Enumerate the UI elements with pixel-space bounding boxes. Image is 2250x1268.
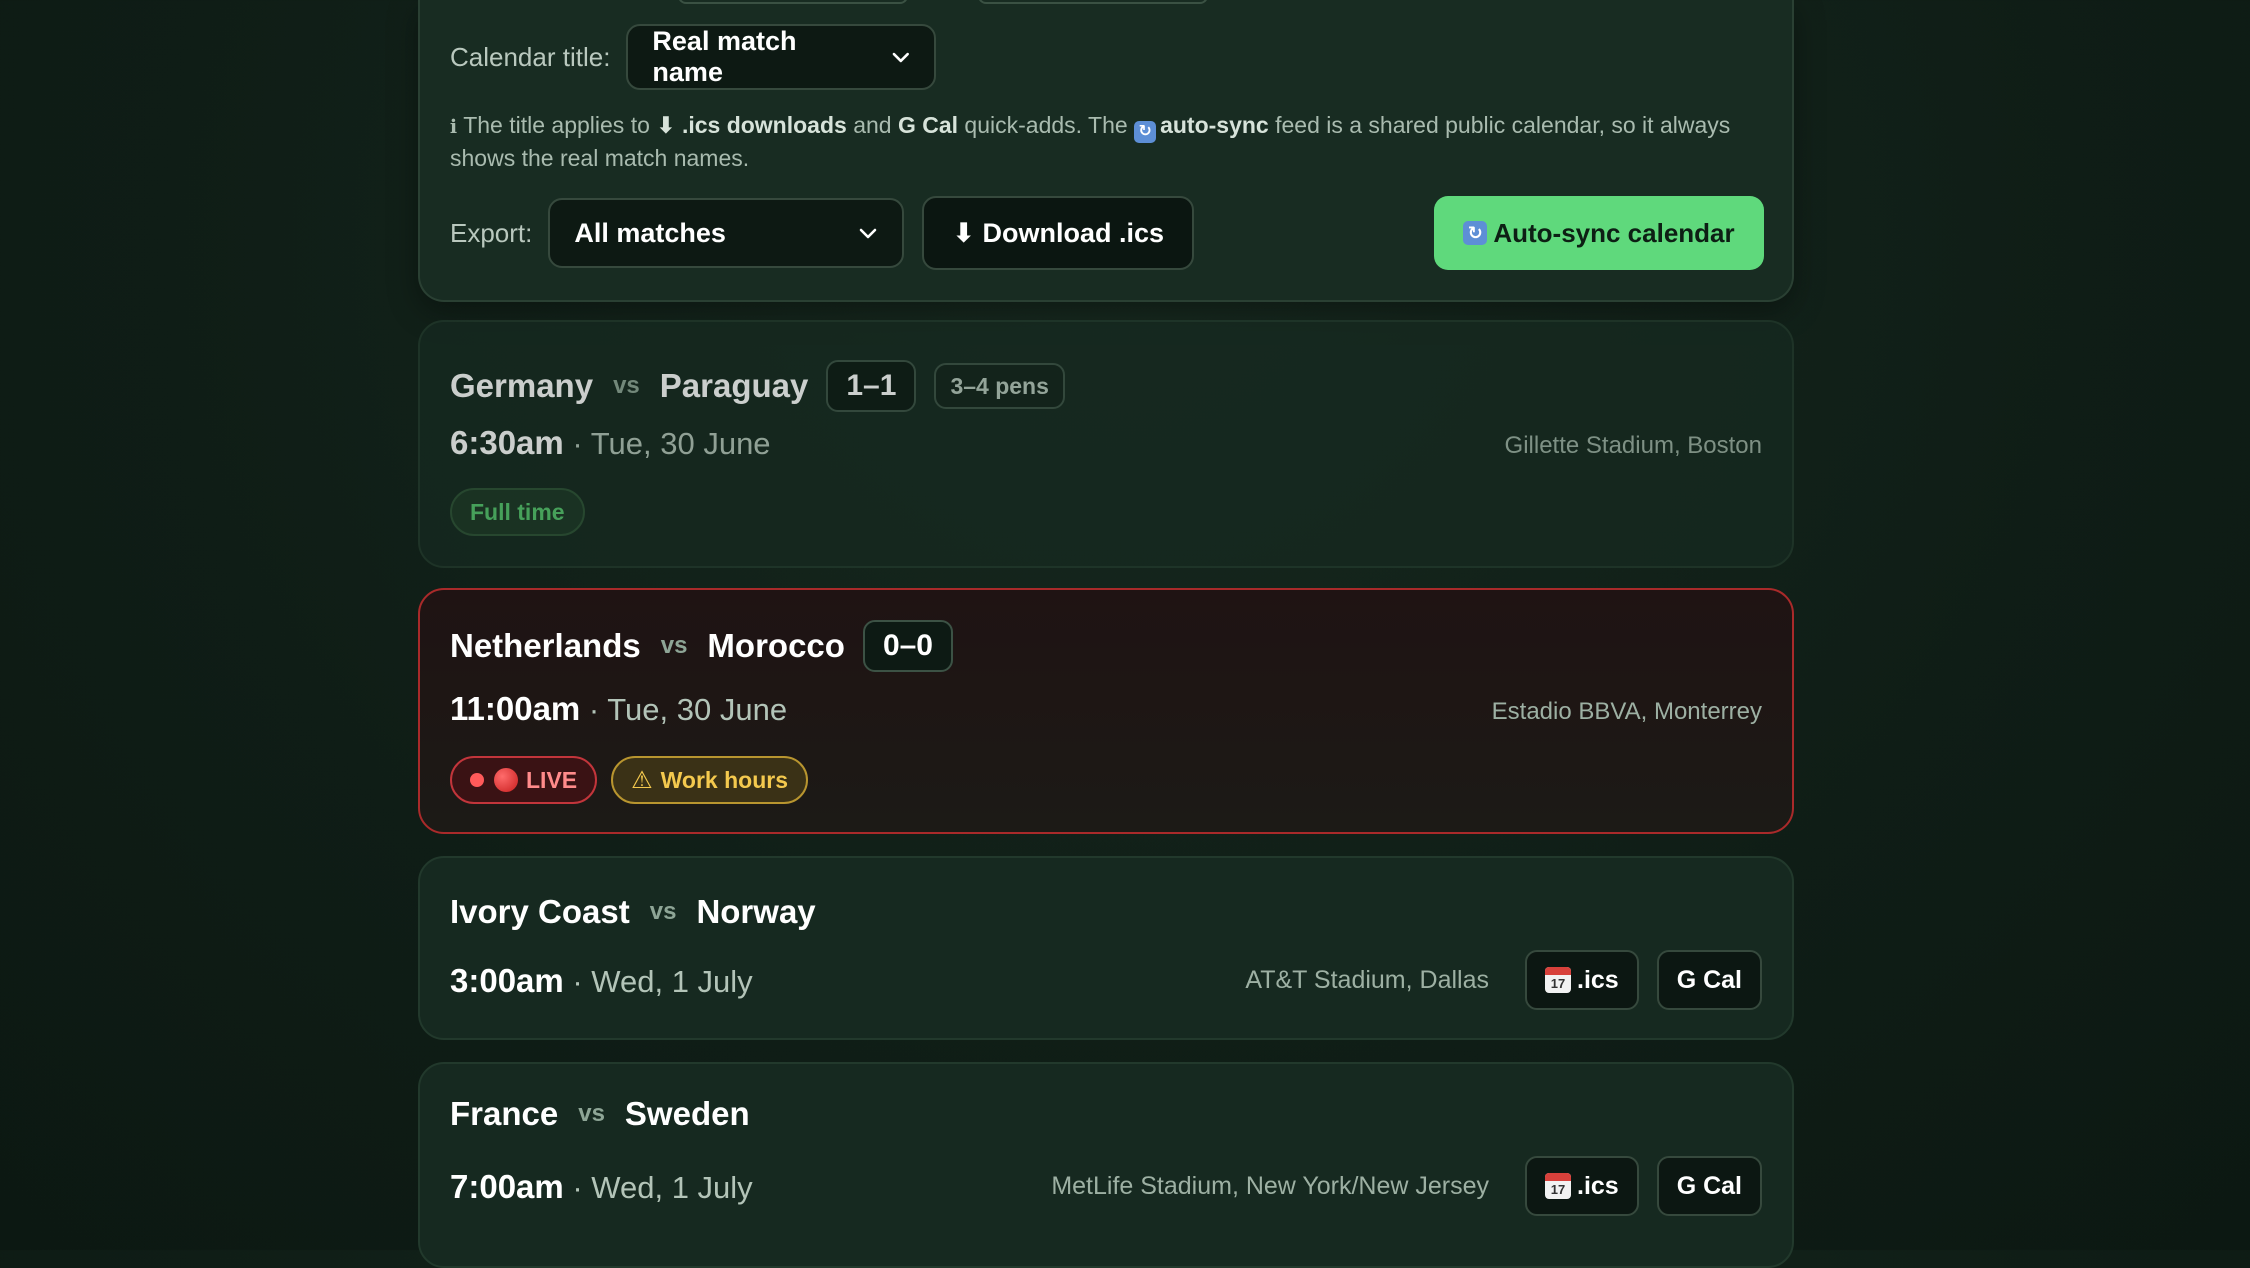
chevron-down-icon (860, 228, 877, 239)
vs-separator: vs (649, 898, 677, 925)
match-card: France vs Sweden 7:00am · Wed, 1 July Me… (418, 1062, 1794, 1268)
home-team: Ivory Coast (450, 893, 630, 930)
auto-sync-text: auto-sync (1160, 112, 1269, 138)
sync-icon: ↻ (1134, 121, 1157, 143)
match-time: 6:30am · Tue, 30 June (450, 424, 771, 461)
match-card-live: Netherlands vs Morocco 0–0 11:00am · Tue… (418, 588, 1794, 834)
calendar-title-row: Calendar title: Real match name (450, 22, 937, 92)
vs-separator: vs (660, 632, 688, 659)
match-venue: AT&T Stadium, Dallas (1245, 965, 1489, 994)
match-teams: France vs Sweden (450, 1086, 750, 1142)
page: Calendar title: Real match name ℹ The tit… (418, 0, 1794, 1268)
match-badges: LIVE ⚠ Work hours (450, 756, 822, 804)
away-team: Sweden (624, 1095, 750, 1132)
calendar-icon: 17 (1545, 967, 1571, 993)
ics-downloads-text: ⬇ .ics downloads (656, 112, 847, 138)
add-ics-button[interactable]: 17 .ics (1525, 950, 1639, 1010)
match-card: Germany vs Paraguay 1–1 3–4 pens 6:30am … (418, 320, 1794, 568)
score-badge: 1–1 (826, 360, 917, 412)
add-gcal-button[interactable]: G Cal (1656, 1156, 1762, 1216)
export-row: Export: All matches ⬇ Download .ics (450, 196, 1195, 270)
calendar-title-note: ℹ The title applies to ⬇ .ics downloads a… (450, 112, 1731, 171)
tab-stub-left[interactable] (678, 0, 908, 4)
away-team: Morocco (707, 627, 845, 664)
export-label: Export: (450, 217, 533, 248)
away-team: Norway (696, 893, 816, 930)
match-card: Ivory Coast vs Norway 3:00am · Wed, 1 Ju… (418, 856, 1794, 1040)
vs-separator: vs (578, 1100, 605, 1127)
match-teams: Netherlands vs Morocco 0–0 (450, 618, 953, 674)
add-ics-button[interactable]: 17 .ics (1525, 1156, 1639, 1216)
add-gcal-button[interactable]: G Cal (1656, 950, 1762, 1010)
calendar-settings-panel: Calendar title: Real match name ℹ The tit… (418, 0, 1794, 302)
match-badges: Full time (450, 488, 599, 536)
match-teams: Germany vs Paraguay 1–1 3–4 pens (450, 358, 1065, 414)
match-venue: Estadio BBVA, Monterrey (1491, 698, 1762, 725)
warning-icon: ⚠ (631, 766, 653, 794)
home-team: Germany (450, 367, 594, 404)
match-actions: AT&T Stadium, Dallas 17 .ics G Cal (1245, 950, 1762, 1010)
calendar-icon: 17 (1545, 1173, 1571, 1199)
export-select[interactable]: All matches (548, 198, 905, 268)
auto-sync-calendar-button[interactable]: ↻ Auto-sync calendar (1434, 196, 1764, 270)
match-actions: MetLife Stadium, New York/New Jersey 17 … (1051, 1156, 1762, 1216)
live-dot-icon (470, 773, 484, 787)
live-badge: LIVE (450, 756, 598, 804)
sync-icon: ↻ (1463, 221, 1488, 245)
penalties-badge: 3–4 pens (934, 363, 1065, 409)
info-icon: ℹ (450, 117, 458, 138)
calendar-title-select[interactable]: Real match name (626, 24, 937, 90)
match-time: 11:00am · Tue, 30 June (450, 690, 788, 727)
work-hours-badge: ⚠ Work hours (611, 756, 809, 804)
red-circle-icon (494, 768, 518, 792)
export-value: All matches (574, 217, 726, 248)
calendar-title-label: Calendar title: (450, 41, 611, 72)
gcal-text: G Cal (897, 112, 959, 138)
match-venue: MetLife Stadium, New York/New Jersey (1051, 1171, 1489, 1200)
match-time: 7:00am · Wed, 1 July (450, 1168, 753, 1205)
home-team: France (450, 1095, 559, 1132)
match-teams: Ivory Coast vs Norway (450, 884, 816, 940)
score-badge: 0–0 (862, 620, 953, 672)
vs-separator: vs (613, 372, 640, 399)
download-ics-button[interactable]: ⬇ Download .ics (922, 196, 1195, 270)
home-team: Netherlands (450, 627, 641, 664)
status-badge: Full time (450, 488, 585, 536)
calendar-title-value: Real match name (652, 26, 797, 87)
tab-stub-right[interactable] (978, 0, 1208, 4)
chevron-down-icon (892, 52, 909, 63)
match-venue: Gillette Stadium, Boston (1504, 432, 1762, 459)
match-time: 3:00am · Wed, 1 July (450, 962, 753, 999)
away-team: Paraguay (659, 367, 809, 404)
